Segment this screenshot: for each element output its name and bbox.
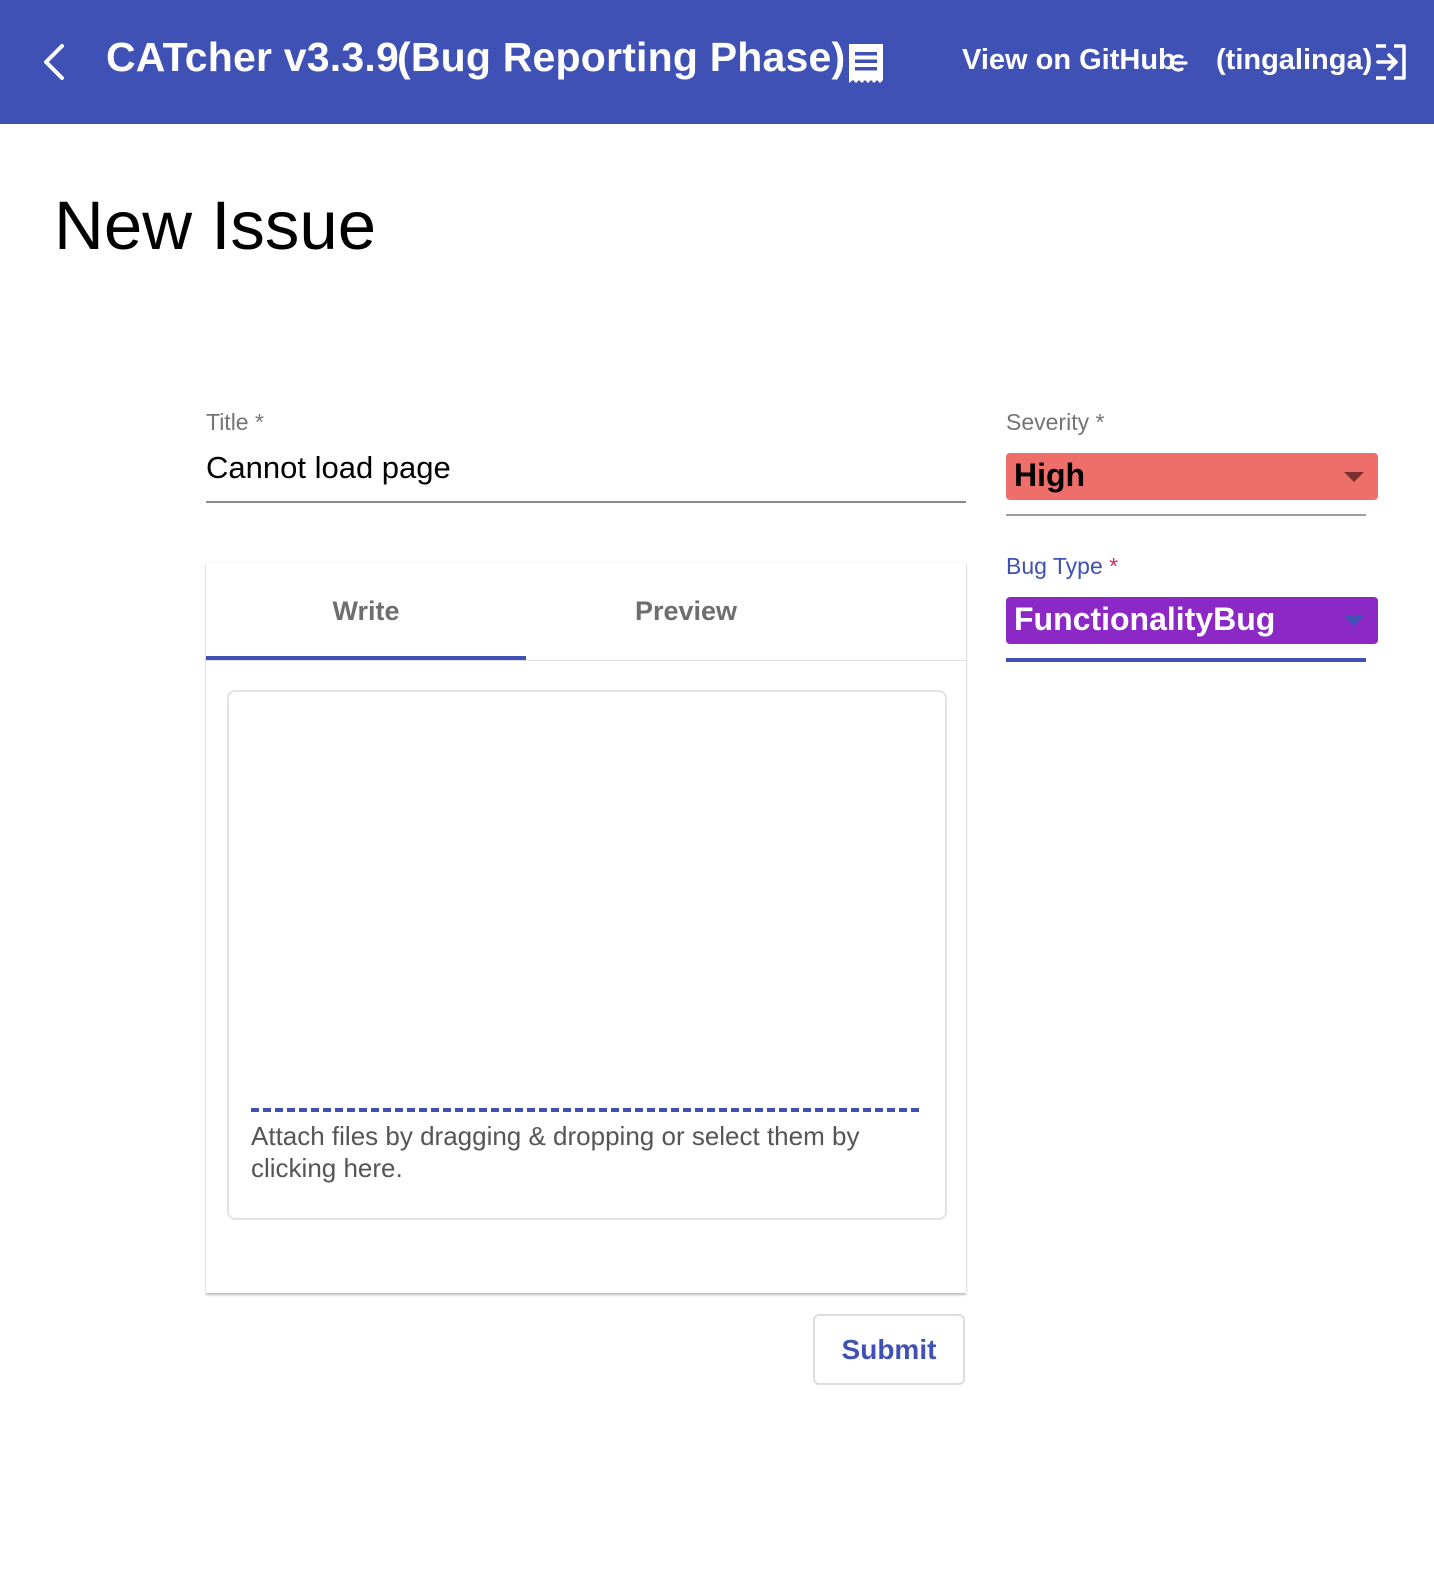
changelog-receipt-icon[interactable] bbox=[846, 42, 886, 84]
severity-value: High bbox=[1014, 457, 1086, 493]
bug-type-label-text: Bug Type bbox=[1006, 553, 1103, 579]
required-marker: * bbox=[1095, 409, 1105, 435]
tab-divider bbox=[206, 660, 966, 661]
drop-zone-border bbox=[251, 1108, 919, 1112]
chevron-down-icon bbox=[1344, 472, 1364, 482]
submit-button[interactable]: Submit bbox=[813, 1314, 965, 1385]
bug-type-label: Bug Type * bbox=[1006, 553, 1118, 580]
github-icon[interactable] bbox=[1166, 50, 1188, 76]
app-title: CATcher v3.3.9 bbox=[106, 34, 399, 80]
description-box: Attach files by dragging & dropping or s… bbox=[227, 690, 947, 1220]
severity-select[interactable]: High bbox=[1006, 453, 1378, 500]
chevron-down-icon bbox=[1344, 616, 1364, 626]
severity-underline bbox=[1006, 514, 1366, 516]
tab-write[interactable]: Write bbox=[206, 563, 526, 659]
phase-title: (Bug Reporting Phase) bbox=[397, 34, 846, 80]
severity-label-text: Severity bbox=[1006, 409, 1090, 435]
title-input[interactable] bbox=[206, 446, 966, 490]
bug-type-underline bbox=[1006, 658, 1366, 662]
required-marker: * bbox=[1109, 553, 1119, 579]
current-user-label: (tingalinga) bbox=[1216, 44, 1373, 76]
bug-type-value: FunctionalityBug bbox=[1014, 601, 1276, 637]
required-marker: * bbox=[255, 409, 264, 435]
app-toolbar: CATcher v3.3.9 (Bug Reporting Phase) Vie… bbox=[0, 0, 1434, 124]
back-arrow-icon[interactable] bbox=[38, 40, 74, 84]
view-on-github-link[interactable]: View on GitHub bbox=[962, 44, 1176, 77]
description-editor: Write Preview Attach files by dragging &… bbox=[206, 563, 966, 1293]
title-label-text: Title bbox=[206, 409, 249, 435]
severity-label: Severity * bbox=[1006, 409, 1104, 436]
description-textarea[interactable] bbox=[249, 708, 929, 1102]
bug-type-select[interactable]: FunctionalityBug bbox=[1006, 597, 1378, 644]
title-label: Title * bbox=[206, 409, 264, 436]
page-title: New Issue bbox=[54, 187, 377, 264]
logout-icon[interactable] bbox=[1374, 42, 1408, 82]
attach-files-hint[interactable]: Attach files by dragging & dropping or s… bbox=[251, 1120, 891, 1184]
title-underline bbox=[206, 501, 966, 503]
tab-preview[interactable]: Preview bbox=[526, 563, 846, 659]
